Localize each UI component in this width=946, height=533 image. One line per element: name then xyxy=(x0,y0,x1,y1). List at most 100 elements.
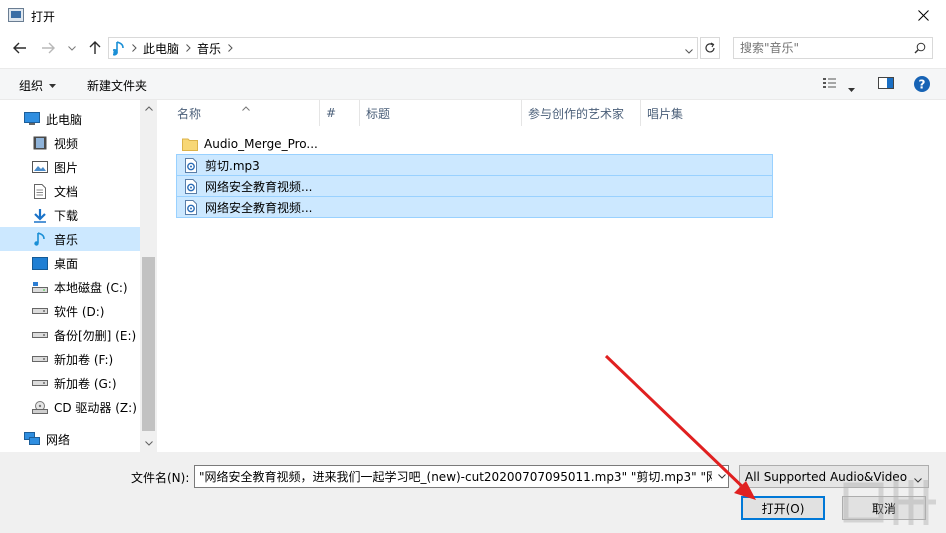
file-row-audio[interactable]: 网络安全教育视频... xyxy=(176,196,773,218)
new-folder-button[interactable]: 新建文件夹 xyxy=(87,77,147,94)
breadcrumb-music[interactable]: 音乐 xyxy=(193,40,225,57)
sidebar-item-drive-g[interactable]: 新加卷 (G:) xyxy=(0,371,140,395)
sidebar-item-label: 此电脑 xyxy=(46,112,83,127)
address-row: 此电脑 音乐 xyxy=(0,34,946,62)
back-button[interactable] xyxy=(10,38,30,58)
file-name: 剪切.mp3 xyxy=(205,158,260,173)
drive-icon xyxy=(32,375,48,391)
arrow-left-icon xyxy=(13,42,26,54)
scroll-up-button[interactable] xyxy=(140,100,157,117)
audio-file-icon xyxy=(183,178,199,194)
sidebar-item-label: 网络 xyxy=(46,432,71,447)
chevron-down-icon xyxy=(718,474,726,479)
sidebar-item-label: 文档 xyxy=(54,184,79,199)
drive-icon xyxy=(32,327,48,343)
music-icon xyxy=(32,231,48,247)
search-box[interactable] xyxy=(733,37,933,59)
scroll-down-button[interactable] xyxy=(140,435,157,452)
file-name: 网络安全教育视频... xyxy=(205,179,313,194)
breadcrumb-separator-icon xyxy=(225,44,235,52)
column-header-title[interactable]: 标题 xyxy=(366,100,522,126)
up-button[interactable] xyxy=(85,38,105,58)
breadcrumb-this-pc[interactable]: 此电脑 xyxy=(139,40,183,57)
network-icon xyxy=(24,431,40,447)
computer-icon xyxy=(24,111,40,127)
sidebar-item-label: 视频 xyxy=(54,136,79,151)
sidebar-item-drive-c[interactable]: 本地磁盘 (C:) xyxy=(0,275,140,299)
sidebar-item-downloads[interactable]: 下载 xyxy=(0,203,140,227)
sidebar-scrollbar[interactable] xyxy=(140,100,157,452)
sidebar-item-drive-e[interactable]: 备份[勿删] (E:) xyxy=(0,323,140,347)
sidebar-item-drive-f[interactable]: 新加卷 (F:) xyxy=(0,347,140,371)
sidebar-item-cd-drive[interactable]: CD 驱动器 (Z:) xyxy=(0,395,140,419)
chevron-up-icon xyxy=(144,106,153,111)
sidebar-item-documents[interactable]: 文档 xyxy=(0,179,140,203)
column-header-album[interactable]: 唱片集 xyxy=(647,100,767,126)
column-header-name[interactable]: 名称 xyxy=(177,100,320,126)
sidebar-item-desktop[interactable]: 桌面 xyxy=(0,251,140,275)
caret-down-icon xyxy=(848,88,855,92)
desktop-icon xyxy=(32,255,48,271)
audio-file-icon xyxy=(183,199,199,215)
breadcrumb-separator-icon xyxy=(129,44,139,52)
sidebar-item-label: 新加卷 (G:) xyxy=(54,376,117,391)
dialog-footer: 文件名(N): "网络安全教育视频，进来我们一起学习吧_(new)-cut202… xyxy=(0,452,946,533)
folder-icon xyxy=(182,136,198,152)
view-options-button[interactable] xyxy=(822,76,840,93)
details-view-icon xyxy=(823,78,836,88)
watermark-logo xyxy=(843,480,936,525)
search-input[interactable] xyxy=(734,41,910,55)
sidebar-item-pictures[interactable]: 图片 xyxy=(0,155,140,179)
picture-icon xyxy=(32,159,48,175)
file-name: Audio_Merge_Pro... xyxy=(204,137,318,151)
sidebar-item-videos[interactable]: 视频 xyxy=(0,131,140,155)
arrow-right-icon xyxy=(42,42,55,54)
recent-locations-button[interactable] xyxy=(62,38,82,58)
column-header-number[interactable]: # xyxy=(326,100,360,126)
command-bar: 组织 新建文件夹 ? xyxy=(0,68,946,100)
open-button[interactable]: 打开(O) xyxy=(741,496,825,520)
refresh-icon xyxy=(705,42,715,53)
address-bar[interactable]: 此电脑 音乐 xyxy=(108,37,698,59)
filename-label: 文件名(N): xyxy=(131,471,190,485)
arrow-up-icon xyxy=(89,41,101,54)
svg-text:?: ? xyxy=(919,78,926,92)
drive-icon xyxy=(32,351,48,367)
sidebar-item-music[interactable]: 音乐 xyxy=(0,227,140,251)
scrollbar-thumb[interactable] xyxy=(142,257,155,431)
sidebar-item-label: 备份[勿删] (E:) xyxy=(54,328,137,343)
filename-input[interactable]: "网络安全教育视频，进来我们一起学习吧_(new)-cut20200707095… xyxy=(194,465,729,488)
view-dropdown-button[interactable] xyxy=(848,81,855,95)
filename-dropdown-button[interactable] xyxy=(712,466,728,487)
forward-button[interactable] xyxy=(38,38,58,58)
title-bar: 打开 xyxy=(0,0,946,31)
sidebar-item-drive-d[interactable]: 软件 (D:) xyxy=(0,299,140,323)
organize-label: 组织 xyxy=(19,79,44,93)
caret-down-icon xyxy=(49,83,57,88)
app-icon xyxy=(8,8,24,22)
file-row-folder[interactable]: Audio_Merge_Pro... xyxy=(176,133,773,155)
sidebar-item-this-pc[interactable]: 此电脑 xyxy=(0,107,140,131)
refresh-button[interactable] xyxy=(700,37,720,59)
organize-button[interactable]: 组织 xyxy=(19,77,57,94)
sidebar-item-label: 下载 xyxy=(54,208,79,223)
video-icon xyxy=(32,135,48,151)
search-icon xyxy=(914,42,926,57)
file-row-audio[interactable]: 网络安全教育视频... xyxy=(176,175,773,197)
close-button[interactable] xyxy=(900,0,946,31)
sidebar-item-network[interactable]: 网络 xyxy=(0,427,140,451)
file-row-audio[interactable]: 剪切.mp3 xyxy=(176,154,773,176)
file-list: 名称 # 标题 参与创作的艺术家 唱片集 Audio_Merge_Pro... … xyxy=(160,100,946,452)
column-header-artists[interactable]: 参与创作的艺术家 xyxy=(528,100,641,126)
preview-pane-button[interactable] xyxy=(878,76,894,93)
sidebar-item-label: 新加卷 (F:) xyxy=(54,352,114,367)
cd-drive-icon xyxy=(32,399,48,415)
audio-file-icon xyxy=(183,157,199,173)
navigation-pane: 此电脑 视频 图片 文档 下载 音乐 桌面 本地磁盘 (C:) 软件 (D:) … xyxy=(0,100,157,452)
sidebar-item-label: 软件 (D:) xyxy=(54,304,105,319)
help-icon: ? xyxy=(914,76,930,92)
open-label: 打开(O) xyxy=(761,501,805,516)
address-dropdown-icon[interactable] xyxy=(685,43,693,57)
help-button[interactable]: ? xyxy=(913,75,931,96)
preview-pane-icon xyxy=(878,77,894,89)
